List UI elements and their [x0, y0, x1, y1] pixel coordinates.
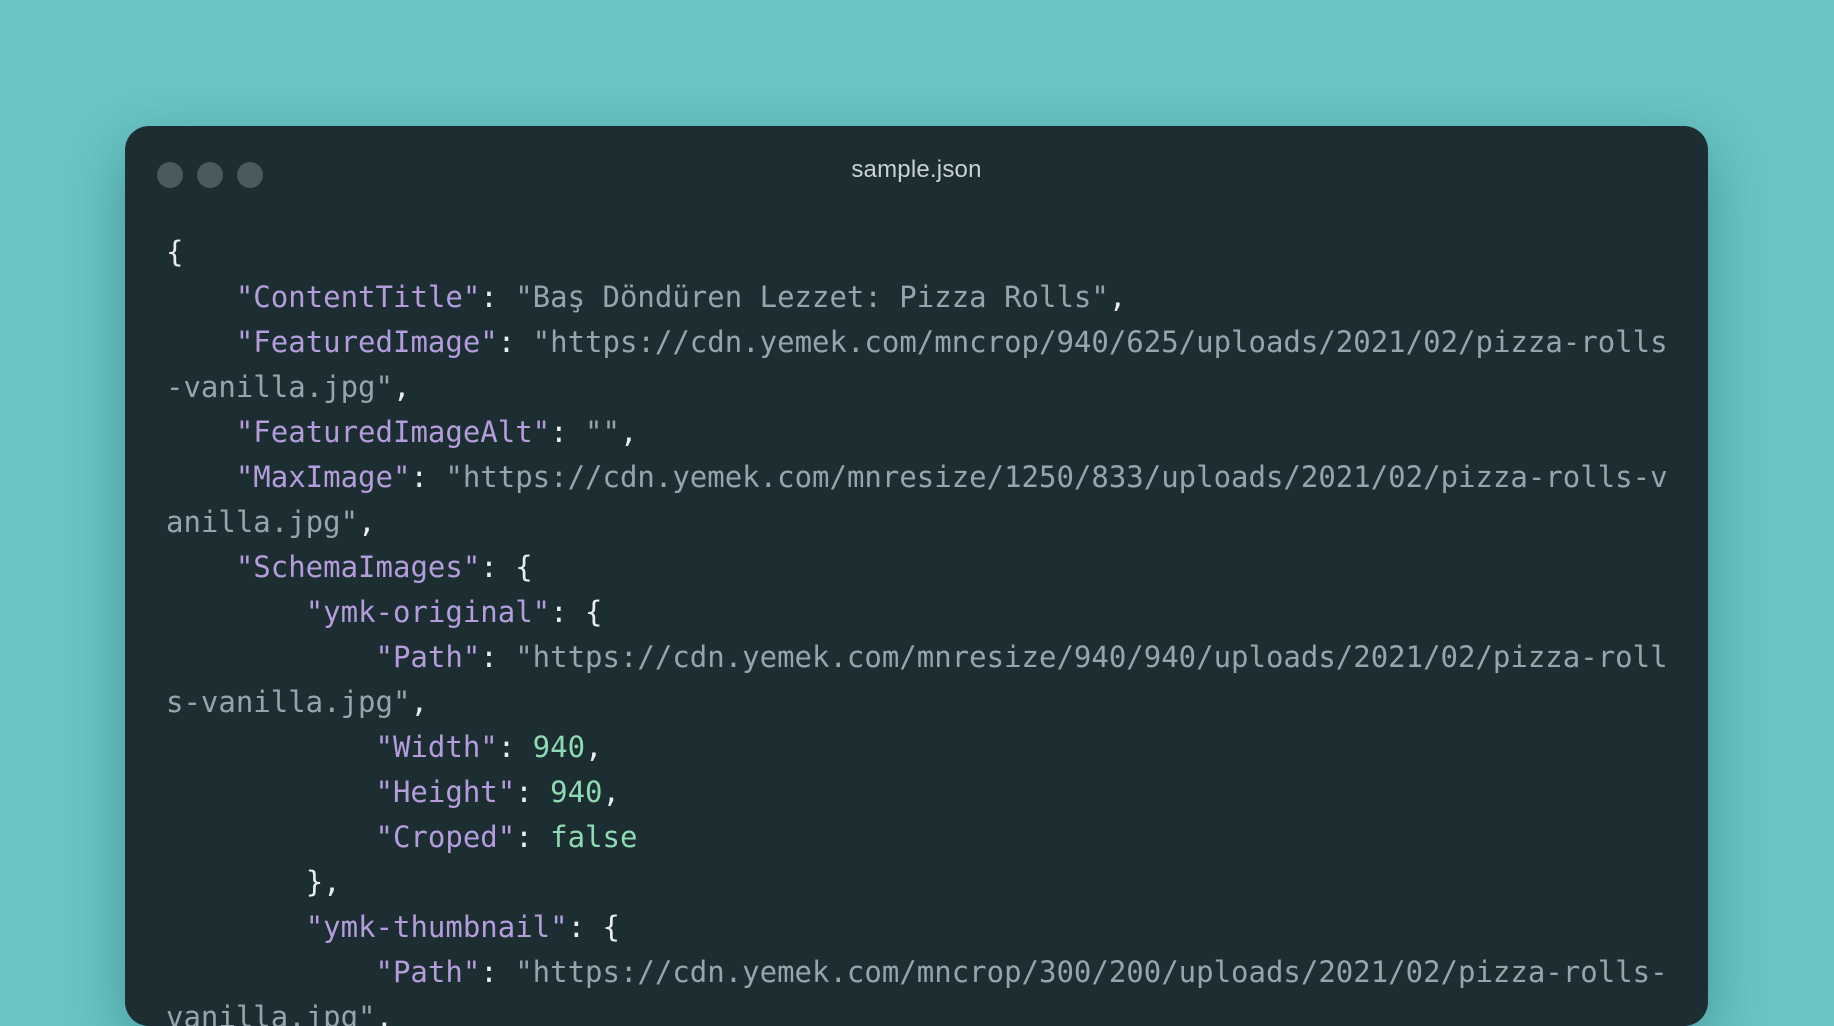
key-max-image: "MaxImage"	[235, 460, 411, 494]
value-original-width: 940	[532, 730, 586, 764]
value-original-croped: false	[550, 820, 638, 854]
key-ymk-original: "ymk-original"	[305, 595, 551, 629]
key-content-title: "ContentTitle"	[235, 280, 481, 314]
key-ymk-thumbnail: "ymk-thumbnail"	[305, 910, 568, 944]
window-titlebar: sample.json	[125, 126, 1708, 220]
value-featured-image-alt: ""	[585, 415, 620, 449]
json-code-block: { "ContentTitle": "Baş Döndüren Lezzet: …	[166, 230, 1678, 1026]
key-featured-image: "FeaturedImage"	[235, 325, 498, 359]
key-original-height: "Height"	[375, 775, 516, 809]
key-schema-images: "SchemaImages"	[235, 550, 481, 584]
key-featured-image-alt: "FeaturedImageAlt"	[235, 415, 551, 449]
value-content-title: "Baş Döndüren Lezzet: Pizza Rolls"	[515, 280, 1109, 314]
open-brace: {	[166, 235, 184, 269]
close-object: },	[305, 865, 341, 899]
key-thumbnail-path: "Path"	[375, 955, 481, 989]
value-original-height: 940	[550, 775, 603, 809]
key-original-path: "Path"	[375, 640, 481, 674]
key-original-width: "Width"	[375, 730, 498, 764]
window-title: sample.json	[851, 156, 982, 183]
code-window: sample.json { "ContentTitle": "Baş Döndü…	[125, 126, 1708, 1026]
key-original-croped: "Croped"	[375, 820, 516, 854]
